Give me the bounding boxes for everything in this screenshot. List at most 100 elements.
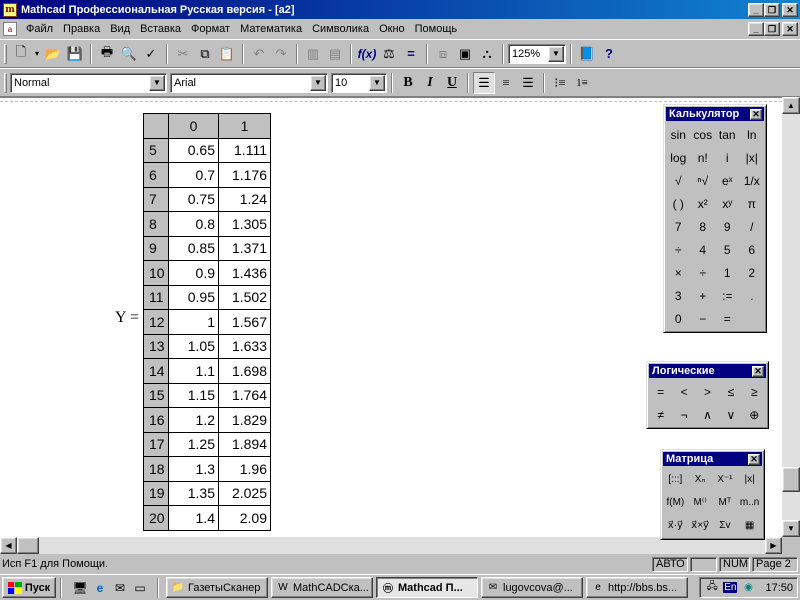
logic-button[interactable]: ∨ (719, 403, 742, 426)
close-icon[interactable]: ✕ (750, 108, 762, 120)
calculator-button[interactable]: 2 (740, 261, 763, 284)
doc-close-button[interactable]: ✕ (782, 22, 798, 36)
desktop-icon[interactable]: 🖥 (71, 579, 89, 597)
logic-button[interactable]: ¬ (673, 403, 696, 426)
matrix-palette[interactable]: Матрица ✕ [:::] Xₙ X⁻¹ |x| f(M) M⁽⁾ Mᵀ m..n x⃗·y… (660, 449, 765, 540)
calculator-button[interactable]: n! (691, 146, 714, 169)
matrix-cell[interactable]: 1.2 (168, 407, 219, 433)
matrix-op-button[interactable]: x⃗×y⃗ (688, 514, 712, 537)
ie-icon[interactable]: e (91, 579, 109, 597)
redo-icon[interactable]: ↷ (270, 43, 292, 65)
taskbar-task-button[interactable]: W MathCADСка... (271, 577, 373, 598)
matrix-cell[interactable]: 1.35 (168, 480, 219, 506)
matrix-cell[interactable]: 1.633 (218, 333, 271, 359)
matrix-op-button[interactable]: x⃗·y⃗ (663, 514, 687, 537)
matrix-cell[interactable]: 1.567 (218, 309, 271, 335)
spell-check-icon[interactable]: ✓ (140, 43, 162, 65)
matrix-cell[interactable]: 1.15 (168, 382, 219, 408)
calculator-button[interactable]: eˣ (716, 169, 739, 192)
taskbar-task-button[interactable]: ✉ lugovcova@... (481, 577, 583, 598)
matrix-op-button[interactable]: Mᵀ (713, 491, 737, 514)
doc-minimize-button[interactable]: _ (748, 22, 764, 36)
resource-book-icon[interactable]: 📘 (576, 43, 598, 65)
paste-icon[interactable]: 📋 (216, 43, 238, 65)
matrix-cell[interactable]: 1.305 (218, 211, 271, 237)
menu-edit[interactable]: Правка (58, 23, 105, 35)
matrix-cell[interactable]: 0.75 (168, 186, 219, 212)
calculator-button[interactable]: ( ) (667, 192, 690, 215)
insert-component-icon[interactable]: ⧈ (432, 43, 454, 65)
calculator-button[interactable]: + (691, 284, 714, 307)
chevron-down-icon[interactable]: ▼ (310, 74, 326, 91)
menu-window[interactable]: Окно (374, 23, 410, 35)
calculator-button[interactable]: 9 (716, 215, 739, 238)
print-preview-icon[interactable]: 🔍 (118, 43, 140, 65)
calculator-button[interactable]: 1 (716, 261, 739, 284)
align-left-icon[interactable]: ☰ (473, 71, 495, 94)
calculator-button[interactable]: √ (667, 169, 690, 192)
matrix-cell[interactable]: 1.829 (218, 407, 271, 433)
help-icon[interactable]: ? (598, 43, 620, 65)
menu-file[interactable]: Файл (21, 23, 58, 35)
insert-unit-icon[interactable]: ⚖ (378, 43, 400, 65)
matrix-op-button[interactable]: f(M) (663, 491, 687, 514)
chevron-down-icon[interactable]: ▼ (548, 45, 564, 62)
calculator-button[interactable]: 8 (691, 215, 714, 238)
calculator-button[interactable]: 3 (667, 284, 690, 307)
mathcad-app-icon[interactable]: m (3, 2, 17, 17)
taskbar-task-button[interactable]: 📁 ГазетыСканер (166, 577, 268, 598)
scroll-right-icon[interactable]: ▶ (765, 537, 782, 554)
matrix-op-button[interactable]: Σv (713, 514, 737, 537)
font-select[interactable]: Arial ▼ (170, 72, 328, 93)
logic-palette[interactable]: Логические ✕ = < > ≤ ≥ ≠ ¬ ∧ ∨ ⊕ (646, 361, 769, 429)
save-icon[interactable]: 💾 (64, 43, 86, 65)
calculator-button[interactable]: ln (740, 123, 763, 146)
calculator-button[interactable]: 4 (691, 238, 714, 261)
calculator-button[interactable]: ⁿ√ (691, 169, 714, 192)
minimize-button[interactable]: _ (748, 2, 764, 17)
matrix-cell[interactable]: 1.1 (168, 358, 219, 384)
menu-math[interactable]: Математика (235, 23, 307, 35)
matrix-op-button[interactable]: |x| (738, 468, 762, 491)
zoom-select[interactable]: 125% ▼ (508, 43, 566, 64)
align-center-icon[interactable]: ≡ (495, 72, 517, 94)
matrix-cell[interactable]: 0.9 (168, 260, 219, 286)
close-button[interactable]: ✕ (782, 2, 798, 17)
chevron-down-icon[interactable]: ▼ (149, 74, 165, 91)
matrix-palette-title-bar[interactable]: Матрица ✕ (663, 452, 762, 466)
vertical-scrollbar[interactable]: ▲ ▼ (782, 97, 800, 537)
matrix-cell[interactable]: 1.3 (168, 456, 219, 482)
align-down-icon[interactable]: ▤ (324, 43, 346, 65)
menu-help[interactable]: Помощь (410, 23, 463, 35)
matrix-cell[interactable]: 2.025 (218, 480, 271, 506)
matrix-cell[interactable]: 1.371 (218, 235, 271, 261)
numbered-list-icon[interactable]: 1≡ (571, 72, 593, 94)
matrix-op-button[interactable]: X⁻¹ (713, 468, 737, 491)
calculator-button[interactable]: 1/x (740, 169, 763, 192)
scroll-up-icon[interactable]: ▲ (782, 97, 800, 114)
logic-button[interactable]: ≠ (649, 403, 672, 426)
horizontal-scroll-thumb[interactable] (17, 537, 39, 554)
calculator-button[interactable]: 7 (667, 215, 690, 238)
matrix-cell[interactable]: 1.894 (218, 431, 271, 457)
bullet-list-icon[interactable]: ⁝≡ (549, 72, 571, 94)
document-icon[interactable]: a (3, 22, 17, 36)
menu-format[interactable]: Формат (186, 23, 235, 35)
logic-button[interactable]: ≤ (719, 380, 742, 403)
language-indicator[interactable]: En (723, 582, 738, 593)
undo-icon[interactable]: ↶ (248, 43, 270, 65)
calculator-button[interactable]: i (716, 146, 739, 169)
calculator-button[interactable]: 5 (716, 238, 739, 261)
calculator-button[interactable]: / (740, 215, 763, 238)
restore-button[interactable]: ❐ (764, 2, 780, 17)
logic-button[interactable]: > (696, 380, 719, 403)
bold-button[interactable]: B (397, 72, 419, 94)
toolbar-grip[interactable] (4, 43, 7, 64)
taskbar-task-button[interactable]: e http://bbs.bs... (586, 577, 688, 598)
calculator-title-bar[interactable]: Калькулятор ✕ (666, 107, 764, 121)
matrix-cell[interactable]: 1 (168, 309, 219, 335)
underline-button[interactable]: U (441, 72, 463, 94)
result-matrix[interactable]: 0 1 5 0.65 1.111 6 0.7 1.176 7 0.75 1.24 8 0.8 1.305 9… (143, 113, 271, 531)
calculator-palette[interactable]: Калькулятор ✕ sin cos tan ln log n! i |x| √ ⁿ√ eˣ 1… (663, 104, 767, 333)
vertical-scroll-thumb[interactable] (782, 467, 800, 492)
